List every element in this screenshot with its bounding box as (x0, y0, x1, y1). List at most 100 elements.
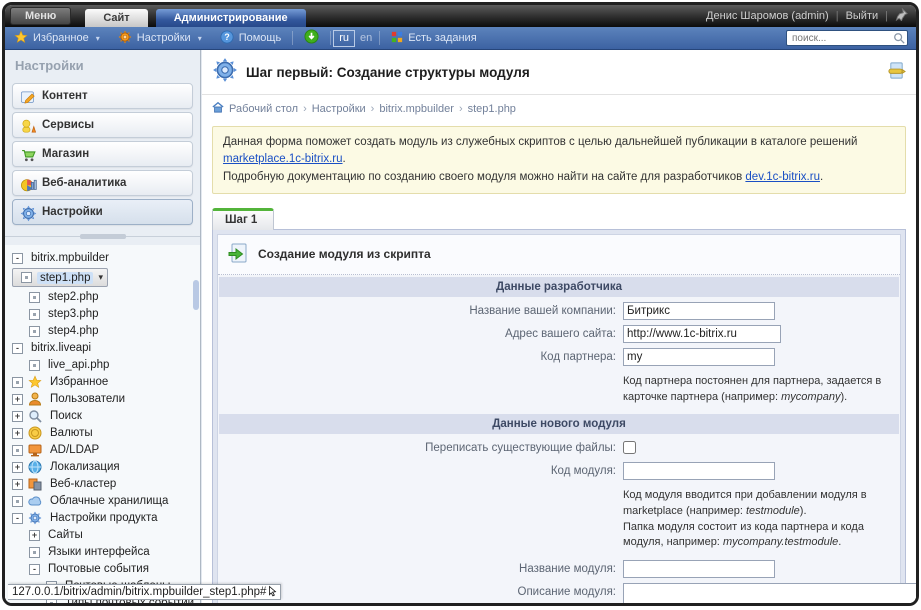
tree-item[interactable]: Облачные хранилища (12, 493, 190, 509)
menu-button[interactable]: Меню (10, 7, 71, 25)
leaf-icon (29, 309, 40, 320)
tree-item[interactable]: Сайты (12, 527, 190, 543)
app-window: Меню Сайт Администрирование Денис Шаромо… (2, 2, 919, 606)
leaf-icon (21, 272, 32, 283)
splitter-grip-icon[interactable] (80, 234, 126, 239)
logout-link[interactable]: Выйти (846, 10, 879, 22)
breadcrumb: Рабочий стол › Настройки › bitrix.mpbuil… (202, 95, 916, 120)
expand-icon[interactable] (12, 411, 23, 422)
search-icon (28, 409, 42, 423)
module-name-label: Название модуля: (218, 559, 623, 578)
favorites-menu[interactable]: Избранное (5, 27, 109, 49)
tree-item[interactable]: Локализация (12, 459, 190, 475)
sidebar-item-settings[interactable]: Настройки (12, 199, 193, 225)
form-title: Создание модуля из скрипта (258, 247, 431, 261)
overwrite-label: Переписать существующие файлы: (218, 438, 623, 457)
tree-item[interactable]: bitrix.mpbuilder (12, 250, 190, 266)
tree-item[interactable]: step2.php (12, 289, 190, 305)
sidebar-item-analytics[interactable]: Веб-аналитика (12, 170, 193, 196)
divider (292, 31, 293, 45)
lang-ru-button[interactable]: ru (333, 30, 355, 47)
section-developer: Данные разработчика (219, 277, 899, 297)
partner-code-input[interactable] (623, 348, 775, 366)
leaf-icon (12, 445, 23, 456)
module-desc-textarea[interactable] (623, 583, 916, 603)
pin-icon[interactable] (895, 8, 908, 24)
sidebar-item-content[interactable]: Контент (12, 83, 193, 109)
module-script-icon (227, 242, 249, 267)
content-pane: Шаг первый: Создание структуры модуля Ра… (201, 50, 916, 603)
partner-code-note: Код партнера постоянен для партнера, зад… (623, 371, 892, 410)
tasks-icon (391, 31, 403, 46)
tree-item[interactable]: live_api.php (12, 357, 190, 373)
company-input[interactable] (623, 302, 775, 320)
help-menu[interactable]: ? Помощь (211, 27, 291, 49)
gear-icon (118, 30, 132, 47)
search-input[interactable] (786, 30, 908, 46)
tree-item[interactable]: bitrix.liveapi (12, 340, 190, 356)
tree-item[interactable]: Веб-кластер (12, 476, 190, 492)
collapse-icon[interactable] (12, 253, 23, 264)
breadcrumb-item[interactable]: step1.php (468, 103, 516, 115)
computer-icon (28, 443, 42, 457)
breadcrumb-item[interactable]: bitrix.mpbuilder (379, 103, 454, 115)
tree-item[interactable]: Валюты (12, 425, 190, 441)
breadcrumb-item[interactable]: Настройки (312, 103, 366, 115)
edit-page-icon[interactable] (887, 61, 906, 85)
expand-icon[interactable] (12, 462, 23, 473)
leaf-icon (12, 377, 23, 388)
tab-site[interactable]: Сайт (85, 9, 147, 27)
settings-menu[interactable]: Настройки (109, 27, 211, 49)
expand-icon[interactable] (12, 479, 23, 490)
user-name[interactable]: Денис Шаромов (admin) (706, 10, 829, 22)
company-label: Название вашей компании: (218, 301, 623, 320)
lang-en-button[interactable]: en (355, 32, 377, 44)
tree-item[interactable]: Языки интерфейса (12, 544, 190, 560)
leaf-icon (29, 360, 40, 371)
tasks-link[interactable]: Есть задания (382, 27, 485, 49)
search-box (786, 30, 908, 46)
help-icon: ? (220, 30, 234, 47)
sidebar-menu: Контент Сервисы Магазин Веб-аналитика На… (5, 78, 200, 232)
tree-item[interactable]: Почтовые события (12, 561, 190, 577)
dev-site-link[interactable]: dev.1c-bitrix.ru (745, 171, 820, 183)
tree-item[interactable]: step4.php (12, 323, 190, 339)
sidebar-item-services[interactable]: Сервисы (12, 112, 193, 138)
breadcrumb-item[interactable]: Рабочий стол (229, 103, 298, 115)
divider (379, 31, 380, 45)
tree-scrollbar-thumb[interactable] (193, 280, 199, 310)
expand-icon[interactable] (12, 394, 23, 405)
analytics-pie-icon (20, 176, 34, 190)
tree-item[interactable]: AD/LDAP (12, 442, 190, 458)
site-url-input[interactable] (623, 325, 781, 343)
tree-item-selected[interactable]: step1.php (12, 268, 108, 287)
expand-icon[interactable] (29, 530, 40, 541)
module-name-input[interactable] (623, 560, 775, 578)
collapse-icon[interactable] (12, 513, 23, 524)
tree-item[interactable]: Поиск (12, 408, 190, 424)
tree-item[interactable]: Настройки продукта (12, 510, 190, 526)
tree-item[interactable]: Избранное (12, 374, 190, 390)
update-button[interactable] (295, 27, 328, 49)
tree-item[interactable]: Пользователи (12, 391, 190, 407)
tab-administration[interactable]: Администрирование (156, 9, 306, 27)
page-title: Шаг первый: Создание структуры модуля (246, 65, 530, 80)
overwrite-checkbox[interactable] (623, 441, 636, 454)
tree-item[interactable]: step3.php (12, 306, 190, 322)
marketplace-link[interactable]: marketplace.1c-bitrix.ru (223, 153, 343, 165)
page-gear-icon (212, 57, 238, 88)
toolbar: Избранное Настройки ? Помощь ru en Есть … (5, 27, 916, 50)
module-code-input[interactable] (623, 462, 775, 480)
divider: | (836, 10, 839, 22)
collapse-icon[interactable] (12, 343, 23, 354)
info-notice: Данная форма поможет создать модуль из с… (212, 126, 906, 194)
sidebar-item-shop[interactable]: Магазин (12, 141, 193, 167)
module-code-label: Код модуля: (218, 461, 623, 480)
settings-gear-icon (20, 205, 34, 219)
sidebar-splitter[interactable] (5, 236, 200, 243)
cluster-icon (28, 477, 42, 491)
expand-icon[interactable] (12, 428, 23, 439)
star-icon (28, 375, 42, 389)
tab-step1[interactable]: Шаг 1 (212, 208, 274, 230)
collapse-icon[interactable] (29, 564, 40, 575)
